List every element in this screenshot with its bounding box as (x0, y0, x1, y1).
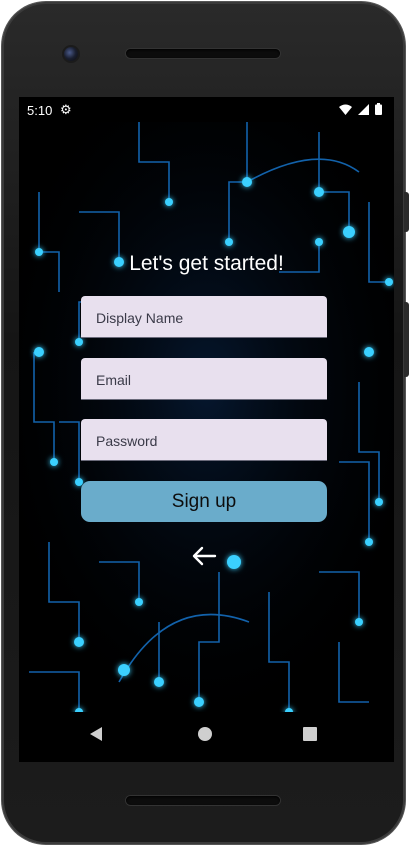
front-camera (64, 47, 78, 61)
back-triangle-icon[interactable] (89, 726, 103, 742)
display-name-field[interactable]: Display Name (81, 296, 327, 338)
status-icons (339, 103, 382, 115)
earpiece-speaker (126, 49, 280, 58)
gear-icon: ⚙ (60, 102, 72, 117)
bottom-speaker (126, 796, 280, 805)
sign-up-button[interactable]: Sign up (81, 481, 327, 522)
password-field[interactable]: Password (81, 419, 327, 461)
screen: 5:10 ⚙ Let's get started! Display Name E… (19, 97, 394, 762)
signal-icon (358, 103, 369, 115)
circuit-background (19, 122, 394, 716)
email-field[interactable]: Email (81, 358, 327, 400)
arrow-left-icon[interactable] (191, 545, 217, 567)
phone-frame: 5:10 ⚙ Let's get started! Display Name E… (2, 2, 409, 844)
circuit-art (19, 122, 394, 716)
page-title: Let's get started! (129, 252, 284, 275)
display-name-placeholder: Display Name (96, 310, 184, 326)
status-bar: 5:10 ⚙ (19, 97, 394, 122)
home-circle-icon[interactable] (197, 726, 213, 742)
navigation-bar (19, 712, 394, 762)
volume-button (404, 302, 409, 377)
email-placeholder: Email (96, 372, 132, 388)
recents-square-icon[interactable] (303, 727, 317, 741)
battery-icon (375, 103, 382, 115)
password-placeholder: Password (96, 433, 158, 449)
status-time: 5:10 (27, 103, 53, 118)
wifi-icon (339, 104, 352, 115)
power-button (404, 192, 409, 232)
